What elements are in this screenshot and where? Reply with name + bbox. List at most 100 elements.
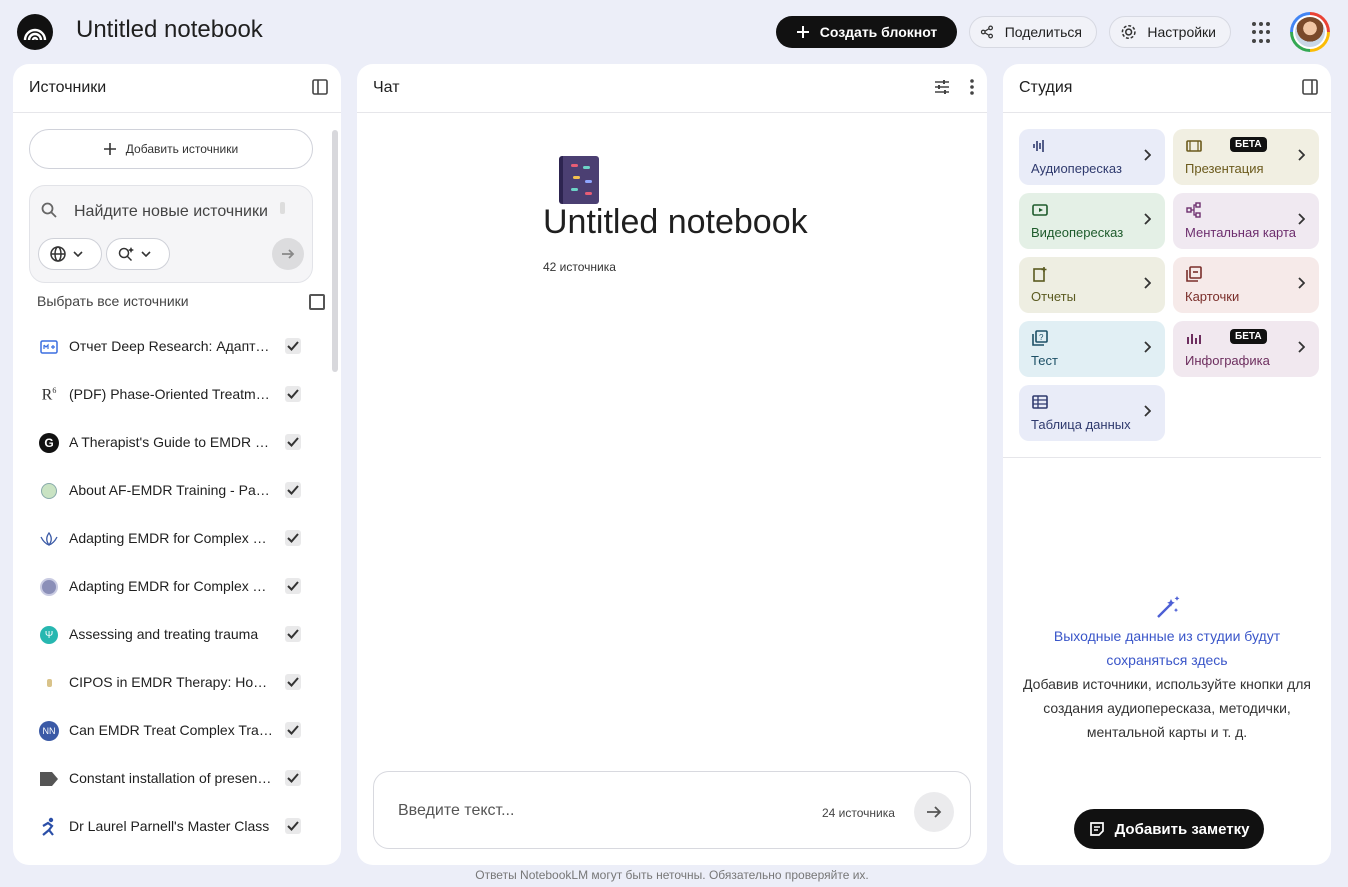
infographic-icon xyxy=(1187,334,1201,344)
notebook-title[interactable]: Untitled notebook xyxy=(76,16,263,44)
source-item[interactable]: Отчет Deep Research: Адаптация EMDR xyxy=(13,323,333,371)
source-checkbox[interactable] xyxy=(285,386,301,402)
more-vert-icon[interactable] xyxy=(969,78,975,96)
source-title: Dr Laurel Parnell's Master Class xyxy=(69,818,270,834)
chat-input[interactable]: Введите текст... xyxy=(398,802,514,820)
studio-title: Студия xyxy=(1019,79,1073,96)
teal-circle-icon: Ψ xyxy=(39,625,59,645)
chat-header: Чат xyxy=(357,64,987,113)
sparkle-search-icon xyxy=(118,247,134,262)
avatar[interactable] xyxy=(1290,12,1330,52)
source-checkbox[interactable] xyxy=(285,338,301,354)
mindmap-icon xyxy=(1186,202,1201,218)
chevron-right-icon xyxy=(1144,277,1151,289)
studio-tile[interactable]: БЕТА Презентация xyxy=(1173,129,1319,185)
studio-empty-description: Добавив источники, используйте кнопки дл… xyxy=(1023,676,1311,740)
research-mode-dropdown[interactable] xyxy=(106,238,170,270)
chevron-right-icon xyxy=(1144,149,1151,161)
source-item[interactable]: Dr Laurel Parnell's Master Class xyxy=(13,803,333,851)
top-bar: Untitled notebook Создать блокнот Подели… xyxy=(0,0,1348,64)
select-all-label: Выбрать все источники xyxy=(37,293,189,309)
source-checkbox[interactable] xyxy=(285,626,301,642)
source-checkbox[interactable] xyxy=(285,770,301,786)
document-icon xyxy=(39,337,59,357)
source-item[interactable]: Adapting EMDR for Complex PTSD xyxy=(13,515,333,563)
studio-divider xyxy=(1003,457,1321,458)
source-checkbox[interactable] xyxy=(285,530,301,546)
studio-tile-label: Инфографика xyxy=(1185,353,1270,368)
studio-empty-title: Выходные данные из студии будут сохранят… xyxy=(1053,628,1281,668)
chevron-right-icon xyxy=(1144,405,1151,417)
studio-tile-label: Презентация xyxy=(1185,161,1264,176)
source-item[interactable]: Ψ Assessing and treating trauma xyxy=(13,611,333,659)
studio-tile[interactable]: Таблица данных xyxy=(1019,385,1165,441)
source-item[interactable]: NN Can EMDR Treat Complex Trauma? xyxy=(13,707,333,755)
chevron-down-icon xyxy=(73,251,83,257)
source-list: Отчет Deep Research: Адаптация EMDR R6 (PD… xyxy=(13,323,333,851)
source-item[interactable]: CIPOS in EMDR Therapy: How It Works xyxy=(13,659,333,707)
add-note-button[interactable]: Добавить заметку xyxy=(1074,809,1264,849)
source-title: Assessing and treating trauma xyxy=(69,626,259,642)
globe-icon xyxy=(39,577,59,597)
studio-tile[interactable]: БЕТА Инфографика xyxy=(1173,321,1319,377)
studio-tile[interactable]: Видеопересказ xyxy=(1019,193,1165,249)
add-note-label: Добавить заметку xyxy=(1114,820,1250,838)
source-item[interactable]: G A Therapist's Guide to EMDR - Google Bo… xyxy=(13,419,333,467)
notebooklm-logo-icon[interactable] xyxy=(17,14,53,50)
chat-panel: Чат Untitled notebook 42 источника Введи… xyxy=(357,64,987,865)
select-all-checkbox[interactable] xyxy=(309,294,325,310)
report-icon xyxy=(1033,267,1047,282)
search-input[interactable]: Найдите новые источники xyxy=(74,203,268,221)
source-item[interactable]: Adapting EMDR for Complex Trauma xyxy=(13,563,333,611)
source-checkbox[interactable] xyxy=(285,482,301,498)
studio-tile[interactable]: Аудиопересказ xyxy=(1019,129,1165,185)
studio-tile[interactable]: Карточки xyxy=(1173,257,1319,313)
studio-header: Студия xyxy=(1003,64,1331,113)
source-checkbox[interactable] xyxy=(285,722,301,738)
nn-icon: NN xyxy=(39,721,59,741)
add-sources-button[interactable]: Добавить источники xyxy=(29,129,313,169)
globe-icon xyxy=(50,246,66,262)
source-title: Constant installation of present orienta… xyxy=(69,770,273,786)
runner-icon xyxy=(39,817,59,837)
send-button[interactable] xyxy=(914,792,954,832)
studio-panel: Студия Аудиопересказ БЕТА Презентация Видео… xyxy=(1003,64,1331,865)
web-source-dropdown[interactable] xyxy=(38,238,102,270)
studio-tile[interactable]: Отчеты xyxy=(1019,257,1165,313)
studio-tile-label: Аудиопересказ xyxy=(1031,161,1122,176)
source-item[interactable]: Constant installation of present orienta… xyxy=(13,755,333,803)
chevron-right-icon xyxy=(1298,277,1305,289)
source-item[interactable]: R6 (PDF) Phase-Oriented Treatment xyxy=(13,371,333,419)
search-submit-button[interactable] xyxy=(272,238,304,270)
sources-header: Источники xyxy=(13,64,341,113)
source-search-box: Найдите новые источники xyxy=(29,185,313,283)
collapse-panel-icon[interactable] xyxy=(311,78,329,96)
source-checkbox[interactable] xyxy=(285,578,301,594)
notebook-emoji-icon xyxy=(559,156,599,204)
source-checkbox[interactable] xyxy=(285,434,301,450)
beta-badge: БЕТА xyxy=(1230,137,1267,152)
source-checkbox[interactable] xyxy=(285,674,301,690)
text-cursor xyxy=(280,202,285,214)
scrollbar[interactable] xyxy=(332,130,338,372)
share-button[interactable]: Поделиться xyxy=(969,16,1097,48)
settings-button[interactable]: Настройки xyxy=(1109,16,1231,48)
select-all-row[interactable]: Выбрать все источники xyxy=(37,293,325,313)
gear-icon xyxy=(1121,24,1136,40)
source-item[interactable]: About AF-EMDR Training - Parnell Institu… xyxy=(13,467,333,515)
audio-wave-icon xyxy=(1033,140,1044,152)
create-notebook-label: Создать блокнот xyxy=(819,24,938,40)
source-checkbox[interactable] xyxy=(285,818,301,834)
studio-tile[interactable]: Ментальная карта xyxy=(1173,193,1319,249)
studio-tile[interactable]: ? Тест xyxy=(1019,321,1165,377)
apps-grid-icon[interactable] xyxy=(1252,22,1274,44)
studio-tile-label: Карточки xyxy=(1185,289,1240,304)
source-title: Adapting EMDR for Complex Trauma xyxy=(69,578,273,594)
quiz-icon: ? xyxy=(1032,330,1048,346)
plus-icon xyxy=(796,26,809,38)
tree-icon xyxy=(39,481,59,501)
tune-icon[interactable] xyxy=(933,78,951,96)
collapse-panel-icon[interactable] xyxy=(1301,78,1319,96)
disclaimer-footer: Ответы NotebookLM могут быть неточны. Об… xyxy=(475,868,869,882)
create-notebook-button[interactable]: Создать блокнот xyxy=(776,16,957,48)
